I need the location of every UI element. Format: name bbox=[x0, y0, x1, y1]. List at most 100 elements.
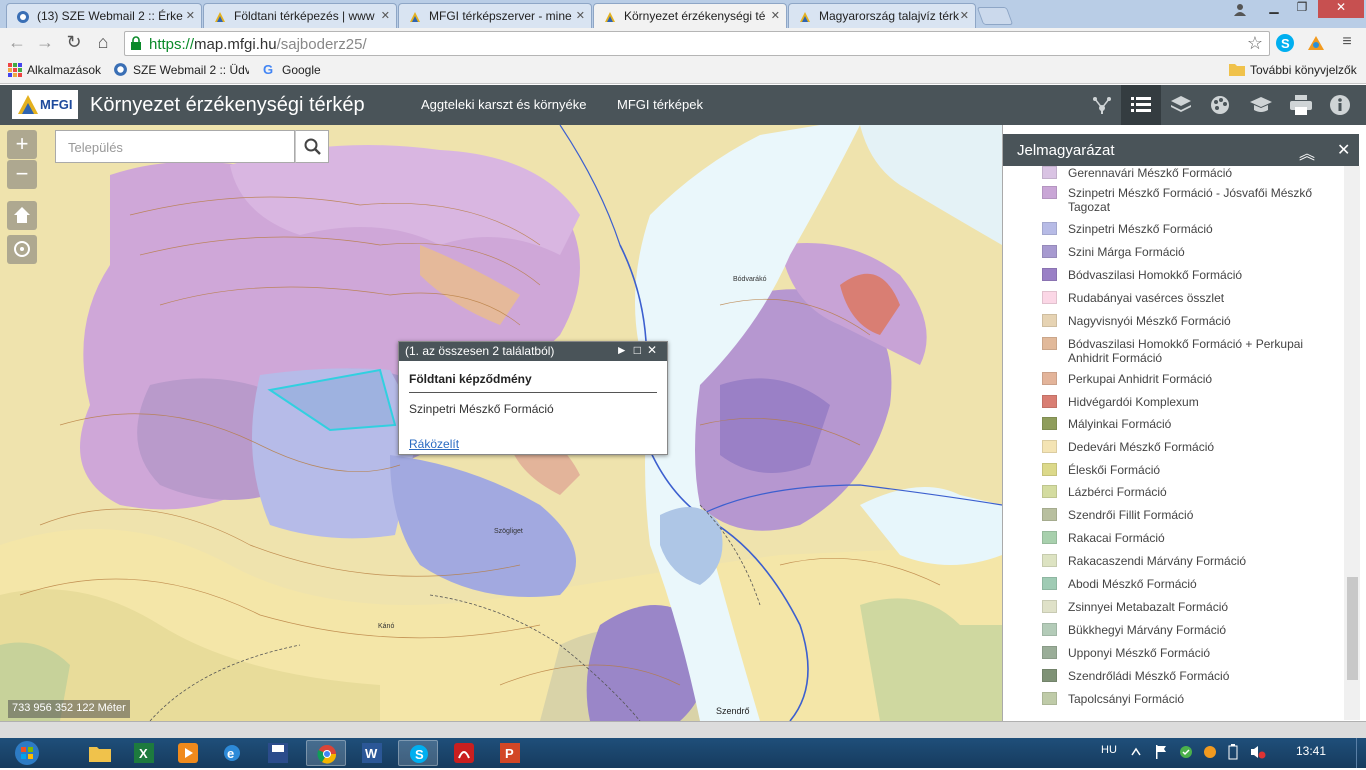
browser-tab-talajviz[interactable]: Magyarország talajvíz térk ✕ bbox=[788, 3, 976, 28]
legend-item-label: Bódvaszilasi Homokkő Formáció bbox=[1068, 268, 1243, 282]
info-button[interactable] bbox=[1320, 85, 1360, 125]
legend-item-label: Szini Márga Formáció bbox=[1068, 245, 1185, 259]
home-icon bbox=[14, 207, 30, 223]
apps-grid-icon[interactable] bbox=[8, 63, 22, 77]
bookmark-google[interactable]: Google bbox=[282, 63, 321, 77]
taskbar-chrome[interactable] bbox=[306, 740, 346, 766]
tab-close-icon[interactable]: ✕ bbox=[771, 9, 780, 22]
input-language[interactable]: HU bbox=[1101, 744, 1117, 756]
zoom-out-button[interactable]: − bbox=[7, 160, 37, 189]
close-legend-icon[interactable]: ✕ bbox=[1337, 140, 1350, 160]
popup-header: (1. az összesen 2 találatból) ►□✕ bbox=[399, 342, 667, 361]
maximize-window-button[interactable]: ❐ bbox=[1288, 0, 1316, 18]
browser-tab-webmail[interactable]: (13) SZE Webmail 2 :: Érke ✕ bbox=[6, 3, 202, 28]
forward-icon[interactable]: → bbox=[34, 32, 56, 54]
google-icon: G bbox=[263, 62, 273, 77]
education-button[interactable] bbox=[1240, 85, 1280, 125]
settlement-search-input[interactable]: Település bbox=[55, 130, 295, 163]
zoom-in-button[interactable]: + bbox=[7, 130, 37, 159]
network-tray-icon[interactable] bbox=[1178, 744, 1194, 760]
chrome-icon bbox=[317, 745, 337, 764]
bookmark-apps[interactable]: Alkalmazások bbox=[27, 63, 101, 77]
tab-close-icon[interactable]: ✕ bbox=[186, 9, 195, 22]
nav-link-mfgi-maps[interactable]: MFGI térképek bbox=[617, 97, 703, 112]
taskbar-previews-strip bbox=[0, 721, 1366, 738]
zoom-to-link[interactable]: Ráközelít bbox=[409, 437, 459, 451]
legend-list: Gerennavári Mészkő Formáció Szinpetri Més… bbox=[1003, 166, 1347, 721]
info-icon bbox=[1330, 95, 1350, 115]
network-button[interactable] bbox=[1082, 85, 1122, 125]
new-tab-button[interactable] bbox=[976, 7, 1014, 25]
legend-panel: Jelmagyarázat ︽ ✕ Gerennavári Mészkő For… bbox=[1002, 125, 1366, 721]
legend-item-label: Éleskői Formáció bbox=[1068, 463, 1161, 477]
tray-arrow-icon[interactable] bbox=[1130, 745, 1142, 759]
browser-tab-foldtani[interactable]: Földtani térképezés | www ✕ bbox=[203, 3, 397, 28]
legend-item-label: Szendrői Fillit Formáció bbox=[1068, 508, 1194, 522]
taskbar-media[interactable] bbox=[168, 740, 208, 766]
tab-close-icon[interactable]: ✕ bbox=[960, 9, 969, 22]
webmail-favicon-icon bbox=[114, 63, 127, 76]
locate-button[interactable] bbox=[7, 235, 37, 264]
legend-item: Mályinkai Formáció bbox=[1042, 417, 1343, 431]
mfgi-logo[interactable]: MFGI bbox=[12, 90, 78, 119]
chrome-menu-icon[interactable]: ≡ bbox=[1336, 32, 1358, 54]
close-window-button[interactable]: ✕ bbox=[1318, 0, 1364, 18]
other-bookmarks[interactable]: További könyvjelzők bbox=[1250, 63, 1357, 77]
bookmark-webmail[interactable]: SZE Webmail 2 :: Üdvö bbox=[133, 63, 249, 77]
taskbar-powerpoint[interactable]: P bbox=[490, 740, 530, 766]
taskbar-skype[interactable]: S bbox=[398, 740, 438, 766]
taskbar-ie[interactable]: e bbox=[212, 740, 252, 766]
collapse-legend-icon[interactable]: ︽ bbox=[1299, 140, 1315, 164]
bookmark-star-icon[interactable]: ☆ bbox=[1247, 33, 1263, 54]
volume-muted-icon[interactable] bbox=[1250, 744, 1266, 760]
legend-item: Bódvaszilasi Homokkő Formáció bbox=[1042, 268, 1343, 282]
minimize-window-button[interactable]: ▁ bbox=[1260, 0, 1288, 18]
mfgi-favicon-icon bbox=[800, 12, 810, 22]
battery-tray-icon[interactable] bbox=[1226, 744, 1240, 760]
svg-text:e: e bbox=[227, 746, 234, 761]
search-button[interactable] bbox=[295, 130, 329, 163]
print-button[interactable] bbox=[1280, 85, 1320, 125]
legend-item-label: Rudabányai vasérces összlet bbox=[1068, 291, 1225, 305]
back-icon[interactable]: ← bbox=[6, 32, 28, 54]
address-bar[interactable]: https://map.mfgi.hu/sajboderz25/ ☆ bbox=[124, 31, 1270, 56]
windows-start-icon[interactable] bbox=[10, 740, 44, 766]
legend-item-label: Nagyvisnyói Mészkő Formáció bbox=[1068, 314, 1231, 328]
nav-link-aggtelek[interactable]: Aggteleki karszt és környéke bbox=[421, 97, 586, 112]
tab-close-icon[interactable]: ✕ bbox=[576, 9, 585, 22]
next-result-icon[interactable]: ► bbox=[616, 343, 634, 357]
maximize-popup-icon[interactable]: □ bbox=[634, 343, 647, 357]
action-center-flag-icon[interactable] bbox=[1154, 744, 1168, 760]
taskbar-word[interactable]: W bbox=[352, 740, 392, 766]
user-profile-icon[interactable] bbox=[1226, 0, 1254, 18]
legend-list-button[interactable] bbox=[1121, 85, 1161, 125]
locate-icon bbox=[14, 241, 30, 257]
media-player-icon bbox=[178, 743, 198, 763]
clock-time[interactable]: 13:41 bbox=[1296, 744, 1326, 758]
extension-icon[interactable] bbox=[1305, 33, 1327, 53]
palette-button[interactable] bbox=[1200, 85, 1240, 125]
update-tray-icon[interactable] bbox=[1202, 744, 1218, 760]
legend-swatch bbox=[1042, 222, 1057, 235]
skype-icon[interactable]: S bbox=[1275, 33, 1295, 53]
taskbar-acrobat[interactable] bbox=[444, 740, 484, 766]
layers-button[interactable] bbox=[1161, 85, 1201, 125]
powerpoint-icon: P bbox=[500, 743, 520, 763]
legend-swatch bbox=[1042, 186, 1057, 199]
legend-item: Éleskői Formáció bbox=[1042, 463, 1343, 477]
legend-scrollbar-thumb[interactable] bbox=[1347, 577, 1358, 680]
show-desktop-button[interactable] bbox=[1356, 738, 1366, 768]
taskbar-explorer[interactable] bbox=[80, 740, 120, 766]
tab-close-icon[interactable]: ✕ bbox=[381, 9, 390, 22]
reload-icon[interactable]: ↻ bbox=[63, 32, 85, 54]
taskbar-excel[interactable]: X bbox=[124, 740, 164, 766]
browser-tab-kornyezet[interactable]: Környezet érzékenységi té ✕ bbox=[593, 3, 787, 29]
home-icon[interactable]: ⌂ bbox=[92, 32, 114, 54]
legend-item: Hidvégardói Komplexum bbox=[1042, 395, 1343, 409]
url-text: https://map.mfgi.hu/sajboderz25/ bbox=[149, 36, 367, 53]
close-popup-icon[interactable]: ✕ bbox=[647, 343, 663, 357]
legend-item: Upponyi Mészkő Formáció bbox=[1042, 646, 1343, 660]
browser-tab-terkepszerver[interactable]: MFGI térképszerver - mine ✕ bbox=[398, 3, 592, 28]
home-extent-button[interactable] bbox=[7, 201, 37, 230]
taskbar-save[interactable] bbox=[258, 740, 298, 766]
